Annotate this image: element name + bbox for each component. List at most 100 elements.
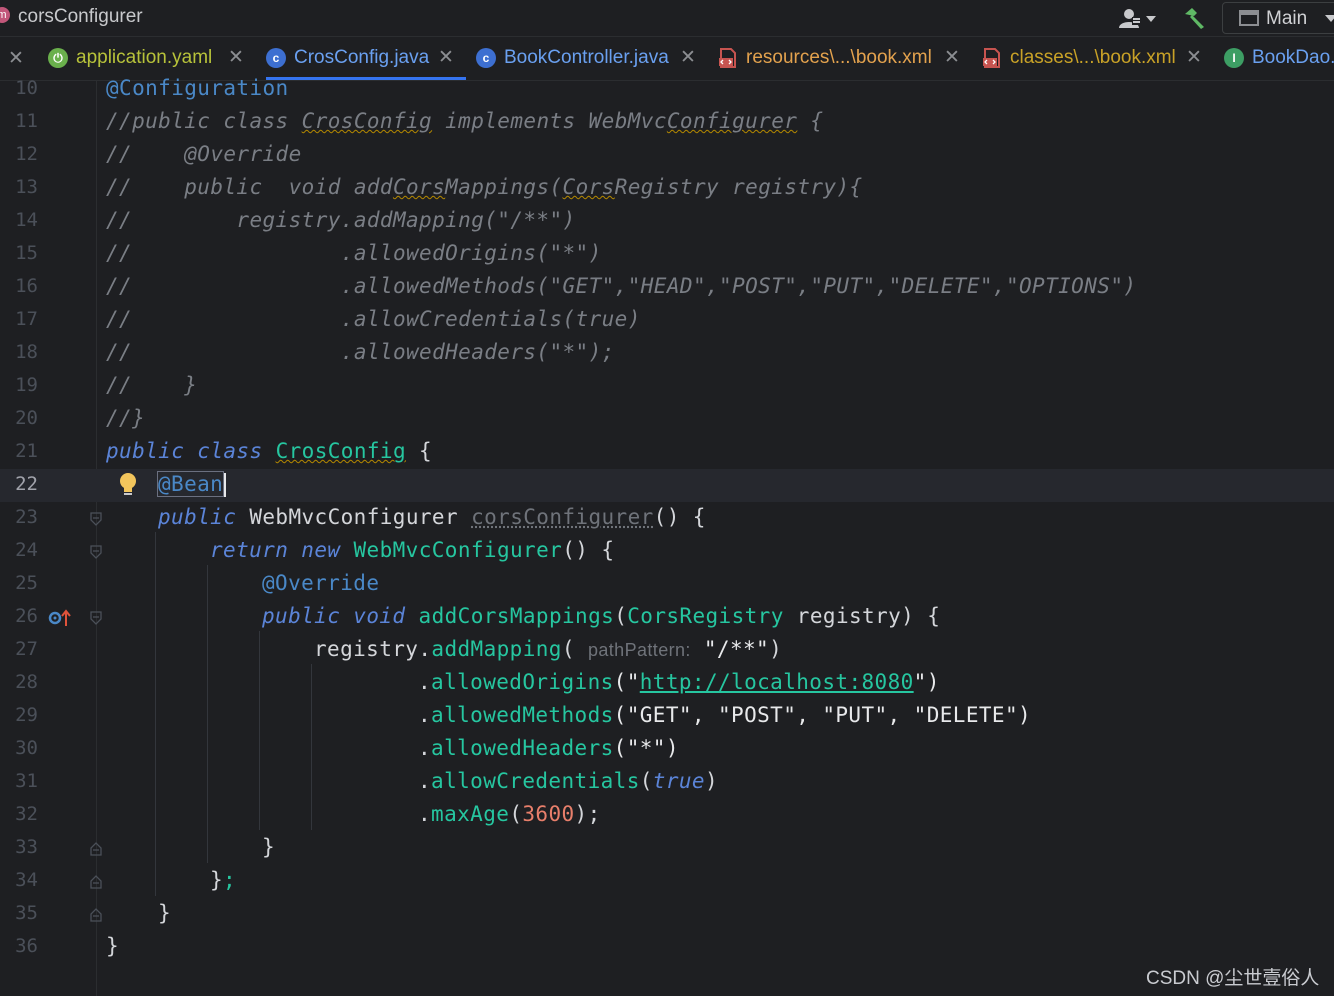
code-line: 24 return new WebMvcConfigurer() {	[0, 535, 1334, 568]
line-number: 17	[0, 308, 38, 330]
url-link[interactable]: http://localhost:8080	[640, 670, 914, 694]
line-number: 11	[0, 110, 38, 132]
code-line: 27 registry.addMapping( pathPattern: "/*…	[0, 634, 1334, 667]
code-line: 10 @Configuration	[0, 73, 1334, 106]
code-text: @Configuration	[106, 76, 289, 100]
run-configuration-dropdown[interactable]: Main	[1222, 2, 1334, 34]
code-line: 25 @Override	[0, 568, 1334, 601]
tab-label: resources\...\book.xml	[746, 47, 932, 69]
code-line: 19 // }	[0, 370, 1334, 403]
line-number: 25	[0, 572, 38, 594]
code-line: 33 }	[0, 832, 1334, 865]
code-editor[interactable]: 10 @Configuration 11 //public class Cros…	[0, 81, 1334, 996]
code-line: 34 };	[0, 865, 1334, 898]
line-number: 32	[0, 803, 38, 825]
code-line: 20 //}	[0, 403, 1334, 436]
code-line: 35 }	[0, 898, 1334, 931]
line-number: 31	[0, 770, 38, 792]
lightbulb-icon[interactable]	[118, 472, 138, 498]
line-number: 30	[0, 737, 38, 759]
code-text: .allowedOrigins("http://localhost:8080")	[418, 670, 940, 694]
user-account-icon[interactable]	[1118, 7, 1158, 29]
line-number: 14	[0, 209, 38, 231]
code-text: //public class CrosConfig implements Web…	[106, 109, 823, 133]
close-icon[interactable]: ✕	[680, 46, 696, 69]
code-text: // registry.addMapping("/**")	[106, 208, 576, 232]
code-line: 14 // registry.addMapping("/**")	[0, 205, 1334, 238]
code-text: return new WebMvcConfigurer() {	[210, 538, 614, 562]
close-icon[interactable]: ✕	[944, 46, 960, 69]
code-text: // public void addCorsMappings(CorsRegis…	[106, 175, 863, 199]
close-icon[interactable]: ✕	[438, 46, 454, 69]
close-icon[interactable]: ✕	[8, 47, 24, 70]
fold-icon[interactable]	[90, 908, 102, 922]
java-class-icon: c	[476, 48, 496, 68]
line-number: 21	[0, 440, 38, 462]
code-text: }	[262, 835, 275, 859]
code-line: 36 }	[0, 931, 1334, 964]
fold-icon[interactable]	[90, 875, 102, 889]
line-number: 34	[0, 869, 38, 891]
xml-file-icon	[982, 48, 1002, 68]
line-number: 10	[0, 77, 38, 99]
close-icon[interactable]: ✕	[1186, 46, 1202, 69]
line-number: 26	[0, 605, 38, 627]
code-line: 31 .allowCredentials(true)	[0, 766, 1334, 799]
line-number: 29	[0, 704, 38, 726]
code-text: @Bean	[158, 472, 226, 497]
line-number: 36	[0, 935, 38, 957]
run-configuration-label: Main	[1266, 8, 1307, 30]
code-line: 18 // .allowedHeaders("*");	[0, 337, 1334, 370]
text-caret	[224, 473, 226, 497]
watermark: CSDN @尘世壹俗人	[1146, 963, 1319, 990]
line-number: 33	[0, 836, 38, 858]
line-number: 27	[0, 638, 38, 660]
code-text: // @Override	[106, 142, 302, 166]
build-hammer-icon[interactable]	[1182, 6, 1206, 30]
code-line: 32 .maxAge(3600);	[0, 799, 1334, 832]
code-text: registry.addMapping( pathPattern: "/**")	[314, 637, 782, 661]
line-number: 28	[0, 671, 38, 693]
parameter-hint: pathPattern:	[588, 640, 691, 660]
code-text: // }	[106, 373, 197, 397]
code-line: 21 public class CrosConfig {	[0, 436, 1334, 469]
code-line: 17 // .allowCredentials(true)	[0, 304, 1334, 337]
xml-file-icon	[718, 48, 738, 68]
code-text: }	[158, 901, 171, 925]
code-text: .allowCredentials(true)	[418, 769, 718, 793]
code-text: .maxAge(3600);	[418, 802, 601, 826]
code-text: };	[210, 868, 236, 892]
line-number: 24	[0, 539, 38, 561]
code-text: // .allowedOrigins("*")	[106, 241, 602, 265]
application-window-icon	[1239, 9, 1259, 27]
fold-icon[interactable]	[90, 611, 102, 625]
code-text: @Override	[262, 571, 379, 595]
code-text: public class CrosConfig {	[106, 439, 432, 463]
code-line: 23 public WebMvcConfigurer corsConfigure…	[0, 502, 1334, 535]
tab-label: classes\...\book.xml	[1010, 47, 1176, 69]
fold-icon[interactable]	[90, 545, 102, 559]
fold-icon[interactable]	[90, 842, 102, 856]
line-number: 13	[0, 176, 38, 198]
code-text: }	[106, 934, 119, 958]
line-number: 18	[0, 341, 38, 363]
line-number: 23	[0, 506, 38, 528]
code-line: 26 public void addCorsMappings(CorsRegis…	[0, 601, 1334, 634]
code-line: 30 .allowedHeaders("*")	[0, 733, 1334, 766]
code-text: public WebMvcConfigurer corsConfigurer()…	[158, 505, 706, 529]
line-number: 19	[0, 374, 38, 396]
implements-method-icon[interactable]	[48, 609, 74, 627]
close-icon[interactable]: ✕	[228, 46, 244, 69]
code-text: .allowedMethods("GET", "POST", "PUT", "D…	[418, 703, 1031, 727]
code-text: .allowedHeaders("*")	[418, 736, 679, 760]
code-text: public void addCorsMappings(CorsRegistry…	[262, 604, 940, 628]
tab-label: CrosConfig.java	[294, 47, 429, 69]
tab-label: BookDao.	[1252, 47, 1334, 69]
java-class-icon: c	[266, 48, 286, 68]
code-text: // .allowedHeaders("*");	[106, 340, 615, 364]
line-number: 15	[0, 242, 38, 264]
fold-icon[interactable]	[90, 512, 102, 526]
title-bar: m corsConfigurer Main	[0, 0, 1334, 37]
project-name[interactable]: corsConfigurer	[18, 6, 143, 28]
line-number: 35	[0, 902, 38, 924]
